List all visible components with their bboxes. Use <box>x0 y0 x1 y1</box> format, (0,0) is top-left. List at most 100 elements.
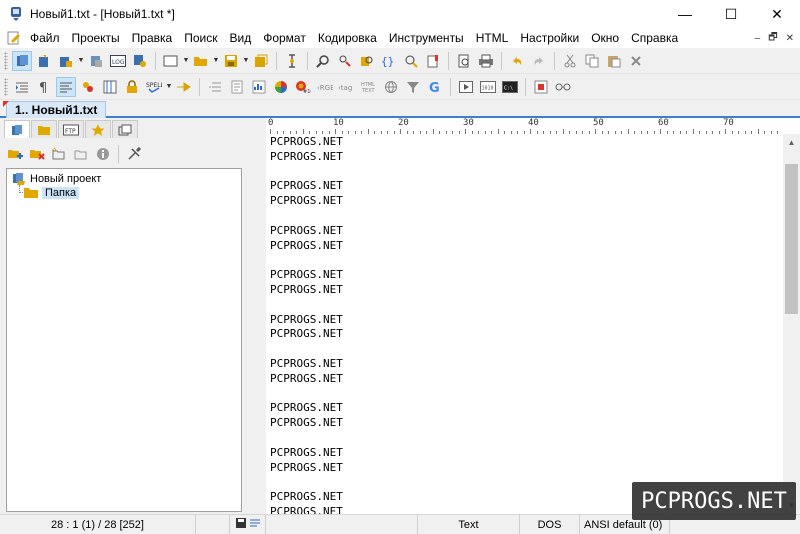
editor-line[interactable]: PCPROGS.NET <box>270 179 780 194</box>
filter-icon[interactable] <box>403 77 423 97</box>
menu-view[interactable]: Вид <box>223 28 257 48</box>
maximize-button[interactable]: ☐ <box>708 0 754 28</box>
redo-icon[interactable] <box>529 51 549 71</box>
text-editor[interactable]: PCPROGS.NET PCPROGS.NET PCPROGS.NET PCPROGS… <box>270 135 780 515</box>
menu-file[interactable]: Файл <box>24 28 66 48</box>
project-dropdown-arrow[interactable]: ▼ <box>77 57 85 64</box>
pilcrow-icon[interactable]: ¶ <box>34 77 54 97</box>
editor-line[interactable]: PCPROGS.NET <box>270 313 780 328</box>
new-folder-icon[interactable] <box>49 144 69 164</box>
web-browser-icon[interactable] <box>381 77 401 97</box>
tab-windows[interactable] <box>112 120 138 138</box>
run-icon[interactable] <box>456 77 476 97</box>
editor-line[interactable]: PCPROGS.NET <box>270 416 780 431</box>
editor-line[interactable]: PCPROGS.NET <box>270 224 780 239</box>
open-dropdown-arrow[interactable]: ▼ <box>212 57 220 64</box>
project-panel-toggle-icon[interactable] <box>12 50 32 71</box>
minimize-button[interactable]: — <box>662 0 708 28</box>
print-icon[interactable] <box>476 51 496 71</box>
format-block-icon[interactable] <box>227 77 247 97</box>
spell-check-icon[interactable]: SPELL <box>144 77 164 97</box>
code-brackets-icon[interactable]: {} <box>379 51 399 71</box>
vertical-scrollbar[interactable]: ▲ ▼ <box>783 134 800 514</box>
spell-dropdown-arrow[interactable]: ▼ <box>165 83 173 90</box>
editor-line[interactable] <box>270 387 780 402</box>
editor-line[interactable]: PCPROGS.NET <box>270 327 780 342</box>
editor-line[interactable]: PCPROGS.NET <box>270 401 780 416</box>
replace-icon[interactable] <box>335 51 355 71</box>
editor-line[interactable]: PCPROGS.NET <box>270 150 780 165</box>
editor-line[interactable]: PCPROGS.NET <box>270 461 780 476</box>
new-file-dropdown-arrow[interactable]: ▼ <box>182 57 190 64</box>
find-in-files-icon[interactable] <box>357 51 377 71</box>
editor-line[interactable] <box>270 298 780 313</box>
remove-folder-icon[interactable] <box>27 144 47 164</box>
undo-icon[interactable] <box>507 51 527 71</box>
editor-line[interactable] <box>270 253 780 268</box>
menu-search[interactable]: Поиск <box>178 28 223 48</box>
tab-explorer[interactable] <box>31 120 57 138</box>
mdi-minimize-button[interactable]: – <box>755 33 761 44</box>
document-menu-icon[interactable] <box>6 30 22 46</box>
close-folder-icon[interactable] <box>71 144 91 164</box>
editor-line[interactable] <box>270 431 780 446</box>
print-preview-icon[interactable] <box>454 51 474 71</box>
menu-html[interactable]: HTML <box>470 28 515 48</box>
save-icon[interactable] <box>221 51 241 71</box>
copy-icon[interactable] <box>582 51 602 71</box>
open-folder-icon[interactable] <box>191 51 211 71</box>
status-wrap-icon[interactable] <box>249 518 260 531</box>
menu-settings[interactable]: Настройки <box>514 28 585 48</box>
menu-encoding[interactable]: Кодировка <box>312 28 383 48</box>
tab-ftp[interactable]: FTP <box>58 120 84 138</box>
insert-line-icon[interactable] <box>205 77 225 97</box>
column-mode-icon[interactable] <box>100 77 120 97</box>
scroll-up-icon[interactable]: ▲ <box>783 134 800 151</box>
color-picker-icon[interactable] <box>271 77 291 97</box>
save-all-icon[interactable] <box>251 51 271 71</box>
tools-icon[interactable] <box>124 144 144 164</box>
menu-format[interactable]: Формат <box>257 28 312 48</box>
scrollbar-thumb[interactable] <box>785 164 798 314</box>
mdi-restore-button[interactable]: 🗗 <box>768 30 777 47</box>
editor-line[interactable]: PCPROGS.NET <box>270 268 780 283</box>
binary-view-icon[interactable]: 1010 <box>478 77 498 97</box>
menu-tools[interactable]: Инструменты <box>383 28 470 48</box>
bookmark-icon[interactable] <box>423 51 443 71</box>
new-file-icon[interactable] <box>161 51 181 71</box>
record-macro-icon[interactable] <box>531 77 551 97</box>
editor-line[interactable] <box>270 342 780 357</box>
toolbar-grip[interactable] <box>4 77 8 96</box>
editor-line[interactable]: PCPROGS.NET <box>270 357 780 372</box>
info-icon[interactable] <box>93 144 113 164</box>
editor-line[interactable]: PCPROGS.NET <box>270 239 780 254</box>
document-tab[interactable]: 1.. Новый1.txt <box>3 101 107 118</box>
color-hex-icon[interactable]: #10 <box>293 77 313 97</box>
editor-line[interactable]: PCPROGS.NET <box>270 135 780 150</box>
editor-line[interactable]: PCPROGS.NET <box>270 283 780 298</box>
tree-node-folder[interactable]: Папка <box>23 185 80 201</box>
editor-line[interactable] <box>270 209 780 224</box>
read-only-lock-icon[interactable] <box>122 77 142 97</box>
google-search-icon[interactable]: G <box>425 77 445 97</box>
delete-icon[interactable] <box>626 51 646 71</box>
toolbar-grip[interactable] <box>4 51 8 70</box>
html-to-text-icon[interactable]: HTML TEXT <box>359 77 379 97</box>
mdi-close-button[interactable]: ✕ <box>786 33 794 44</box>
sync-scroll-icon[interactable] <box>78 77 98 97</box>
tab-favorites[interactable] <box>85 120 111 138</box>
project-save-icon[interactable] <box>56 51 76 71</box>
project-settings-icon[interactable] <box>130 51 150 71</box>
status-save-icon[interactable] <box>235 518 246 531</box>
find-next-icon[interactable] <box>401 51 421 71</box>
find-icon[interactable] <box>313 51 333 71</box>
indent-icon[interactable] <box>12 77 32 97</box>
statistics-icon[interactable] <box>249 77 269 97</box>
editor-line[interactable]: PCPROGS.NET <box>270 446 780 461</box>
rgb-icon[interactable]: ‹RGB <box>315 77 335 97</box>
editor-line[interactable]: PCPROGS.NET <box>270 194 780 209</box>
tag-icon[interactable]: ‹tag <box>337 77 357 97</box>
save-dropdown-arrow[interactable]: ▼ <box>242 57 250 64</box>
menu-window[interactable]: Окно <box>585 28 625 48</box>
project-open-icon[interactable] <box>34 51 54 71</box>
